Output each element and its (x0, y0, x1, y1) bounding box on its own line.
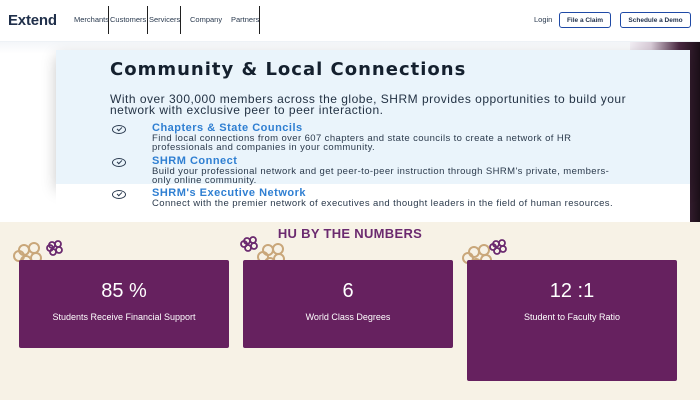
schedule-demo-button[interactable]: Schedule a Demo (620, 12, 691, 28)
numbers-title: HU BY THE NUMBERS (277, 226, 423, 241)
stat-label: Student to Faculty Ratio (523, 312, 621, 322)
stat-card-financial-support: 85 % Students Receive Financial Support (19, 260, 229, 348)
nav-divider (259, 6, 260, 34)
nav-customers[interactable]: Customers (110, 15, 146, 24)
nav-merchants[interactable]: Merchants (74, 15, 109, 24)
nav-servicers[interactable]: Servicers (149, 15, 180, 24)
brand-logo[interactable]: Extend (8, 12, 57, 29)
top-nav: Extend Merchants Customers Servicers Com… (0, 0, 700, 42)
shrm-connect-text: Build your professional network and get … (152, 166, 610, 186)
check-circle-icon (112, 158, 126, 167)
stat-value: 85 % (101, 280, 147, 302)
stat-value: 6 (342, 280, 354, 302)
nav-company[interactable]: Company (190, 15, 222, 24)
nav-divider (108, 6, 109, 34)
hero-section: Community & Local Connections With over … (0, 42, 700, 222)
nav-divider (147, 6, 148, 34)
check-circle-icon (112, 125, 126, 134)
stat-label: World Class Degrees (305, 312, 391, 322)
community-intro: With over 300,000 members across the glo… (110, 92, 627, 117)
community-title: Community & Local Connections (110, 59, 467, 80)
nav-partners[interactable]: Partners (231, 15, 259, 24)
stat-card-ratio: 12 :1 Student to Faculty Ratio (467, 260, 677, 381)
login-link[interactable]: Login (534, 15, 552, 24)
executive-network-text: Connect with the premier network of exec… (152, 198, 613, 209)
stat-label: Students Receive Financial Support (52, 312, 196, 322)
stat-card-degrees: 6 World Class Degrees (243, 260, 453, 348)
check-circle-icon (112, 190, 126, 199)
chapters-text: Find local connections from over 607 cha… (152, 133, 572, 153)
nav-divider (180, 6, 181, 34)
stat-value: 12 :1 (549, 280, 595, 302)
file-claim-button[interactable]: File a Claim (559, 12, 611, 28)
